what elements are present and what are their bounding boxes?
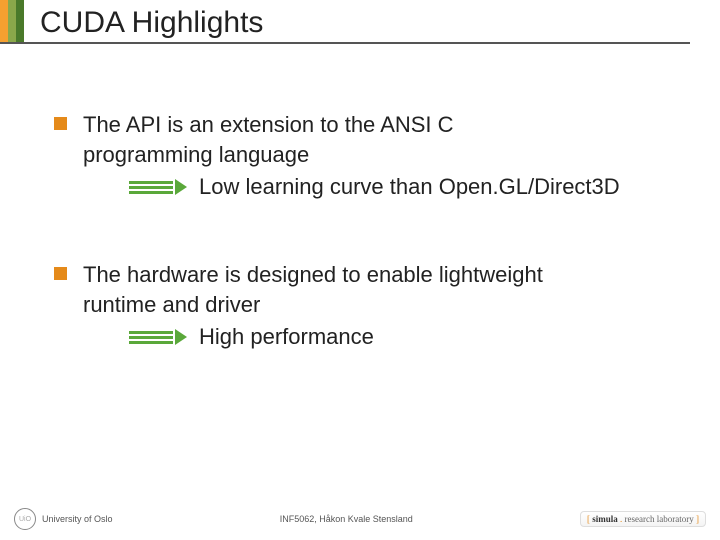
footer-affiliation: University of Oslo: [42, 514, 113, 524]
arrow-icon: [129, 329, 187, 345]
square-bullet-icon: [54, 117, 67, 130]
square-bullet-icon: [54, 267, 67, 280]
bullet-1-sub-text: Low learning curve than Open.GL/Direct3D: [199, 172, 620, 202]
content-area: The API is an extension to the ANSI C pr…: [0, 50, 720, 352]
simula-logo: [ simula . research laboratory ]: [580, 511, 706, 527]
bullet-1-body: The API is an extension to the ANSI C pr…: [83, 110, 620, 202]
title-accent: [0, 0, 24, 42]
bullet-2-sub-text: High performance: [199, 322, 374, 352]
footer-mid: INF5062, Håkon Kvale Stensland: [113, 514, 580, 524]
footer: UiO University of Oslo INF5062, Håkon Kv…: [0, 508, 720, 530]
title-bar: CUDA Highlights: [0, 0, 720, 50]
bullet-1-line1: The API is an extension to the ANSI C: [83, 110, 620, 140]
bullet-2: The hardware is designed to enable light…: [54, 260, 680, 352]
arrow-icon: [129, 179, 187, 195]
bullet-1-sub: Low learning curve than Open.GL/Direct3D: [83, 172, 620, 202]
page-title: CUDA Highlights: [40, 6, 720, 40]
bullet-1: The API is an extension to the ANSI C pr…: [54, 110, 680, 202]
title-underline: [0, 42, 690, 44]
bullet-2-sub: High performance: [83, 322, 543, 352]
uio-seal-icon: UiO: [14, 508, 36, 530]
footer-right: [ simula . research laboratory ]: [580, 511, 706, 527]
bullet-2-body: The hardware is designed to enable light…: [83, 260, 543, 352]
footer-left: UiO University of Oslo: [14, 508, 113, 530]
bullet-1-line2: programming language: [83, 140, 620, 170]
bullet-2-line1: The hardware is designed to enable light…: [83, 260, 543, 290]
bullet-2-line2: runtime and driver: [83, 290, 543, 320]
